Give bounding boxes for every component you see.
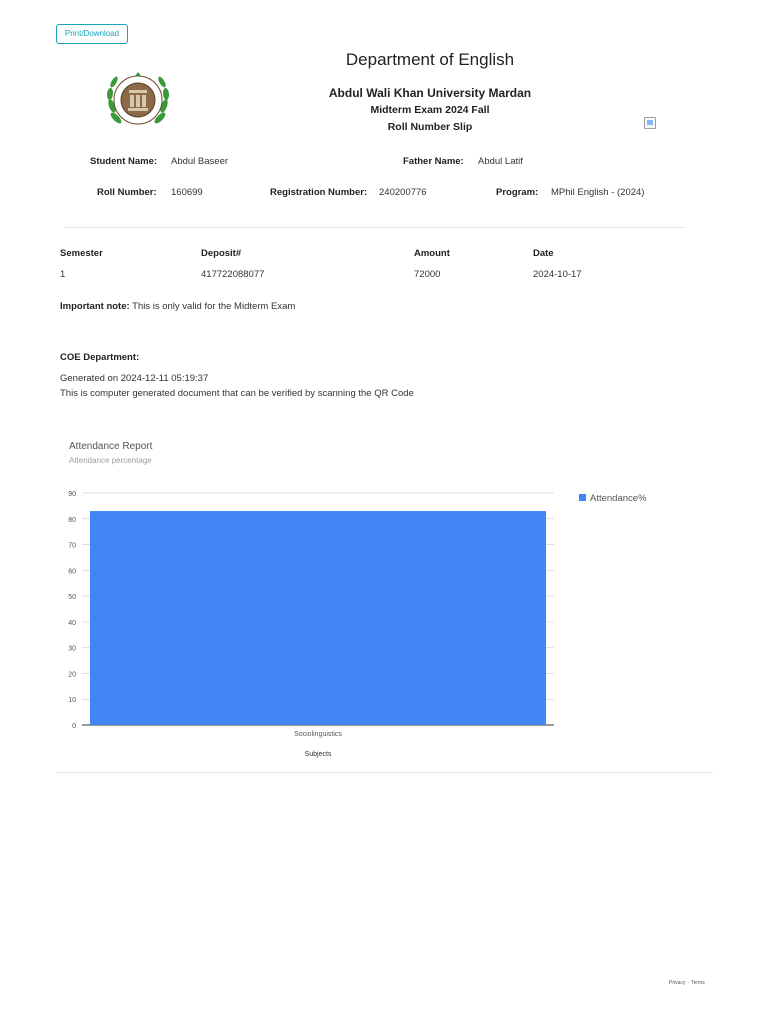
registration-number-value: 240200776	[379, 187, 427, 198]
print-download-button[interactable]: Print/Download	[56, 24, 128, 44]
student-name-label: Student Name:	[90, 156, 158, 167]
attendance-chart: 0 10 20 30 40 50 60 70 80 90 Sociolinguistics Subje…	[68, 491, 554, 758]
chart-subtitle: Attendance percentage	[69, 456, 152, 465]
student-name-value: Abdul Baseer	[171, 156, 229, 167]
bar	[90, 511, 546, 725]
table-cell-deposit: 417722088077	[201, 269, 265, 280]
roll-number-label: Roll Number:	[97, 187, 157, 198]
father-name-label: Father Name:	[403, 156, 464, 167]
table-cell-semester: 1	[60, 269, 66, 280]
y-tick-label: 50	[68, 594, 76, 601]
university-logo	[106, 72, 170, 125]
legend-swatch	[579, 494, 586, 501]
y-tick-label: 80	[68, 517, 76, 524]
divider	[56, 772, 713, 773]
registration-number-label: Registration Number:	[270, 187, 368, 198]
department-title: Department of English	[345, 50, 515, 69]
broken-image-icon	[644, 117, 656, 129]
y-tick-label: 10	[68, 697, 76, 704]
chart-title: Attendance Report	[69, 441, 153, 452]
program-label: Program:	[496, 187, 539, 198]
x-tick-label: Sociolinguistics	[294, 731, 342, 738]
table-header-semester: Semester	[60, 248, 103, 259]
important-note: Important note: This is only valid for t…	[60, 301, 295, 312]
table-cell-amount: 72000	[414, 269, 441, 280]
table-header-deposit: Deposit#	[201, 248, 242, 259]
verification-note: This is computer generated document that…	[60, 388, 414, 399]
coe-heading: COE Department:	[60, 352, 140, 363]
generated-timestamp: Generated on 2024-12-11 05:19:37	[60, 373, 209, 384]
privacy-link[interactable]: Privacy	[669, 980, 685, 986]
y-tick-label: 0	[72, 723, 76, 730]
important-note-text: This is only valid for the Midterm Exam	[129, 301, 296, 312]
y-tick-label: 90	[68, 491, 76, 498]
x-axis-label: Subjects	[305, 751, 332, 758]
y-tick-label: 40	[68, 620, 76, 627]
legend-label: Attendance%	[590, 493, 647, 504]
roll-number-value: 160699	[171, 187, 203, 198]
exam-name: Midterm Exam 2024 Fall	[370, 104, 490, 116]
important-note-label: Important note:	[60, 301, 130, 312]
divider	[64, 227, 684, 228]
table-header-date: Date	[533, 248, 554, 259]
program-value: MPhil English - (2024)	[551, 187, 645, 198]
y-tick-label: 70	[68, 543, 76, 550]
table-cell-date: 2024-10-17	[533, 269, 582, 280]
footer-separator: -	[687, 980, 690, 986]
y-tick-label: 20	[68, 671, 76, 678]
slip-title: Roll Number Slip	[387, 121, 473, 133]
terms-link[interactable]: Terms	[691, 980, 705, 986]
y-tick-label: 30	[68, 646, 76, 653]
y-tick-label: 60	[68, 568, 76, 575]
table-header-amount: Amount	[414, 248, 450, 259]
university-name: Abdul Wali Khan University Mardan	[328, 86, 532, 100]
footer-links: Privacy - Terms	[668, 980, 706, 986]
father-name-value: Abdul Latif	[478, 156, 523, 167]
